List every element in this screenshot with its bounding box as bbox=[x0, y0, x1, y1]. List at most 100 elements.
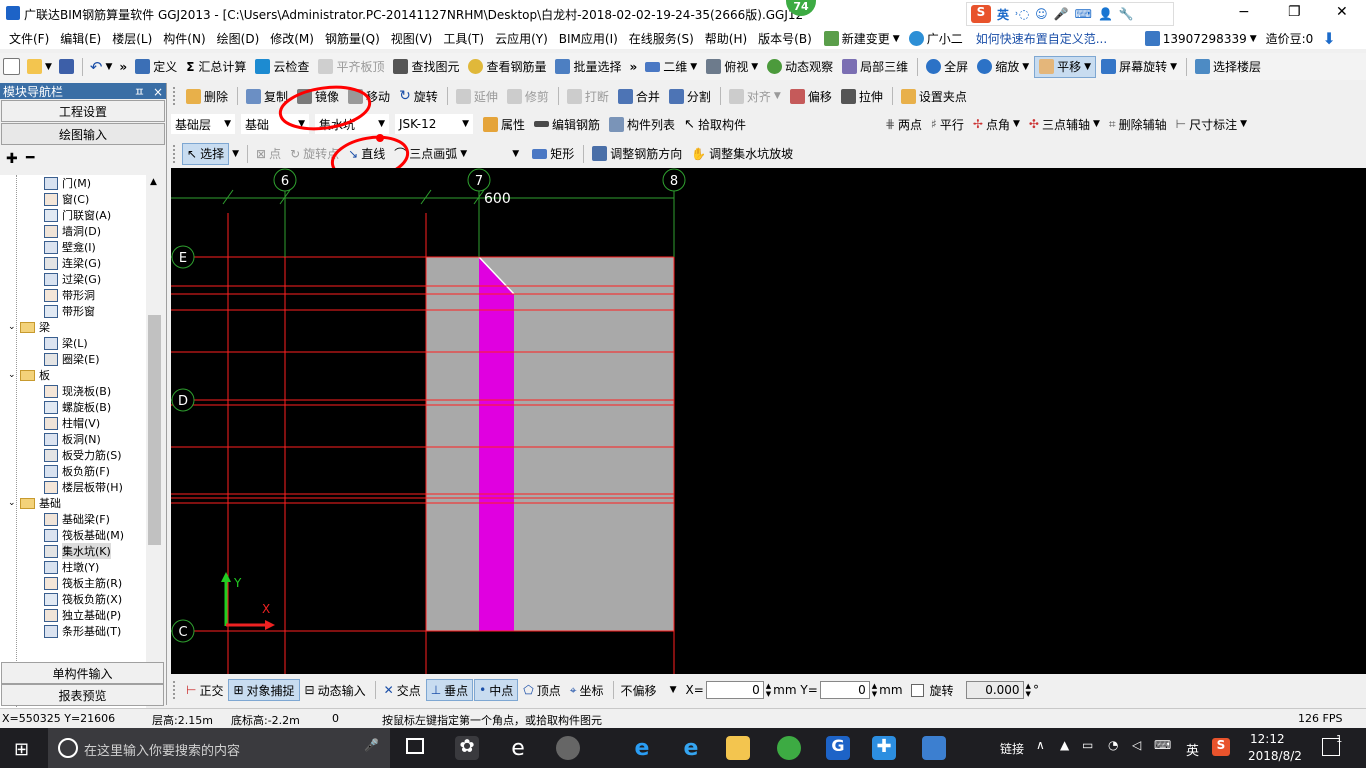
tree-item[interactable]: 门(M) bbox=[44, 175, 91, 191]
raft-slab[interactable] bbox=[426, 257, 674, 631]
tray-battery-icon[interactable]: ▭ bbox=[1082, 738, 1093, 752]
select-button[interactable]: ↖ 选择 bbox=[182, 142, 230, 165]
dynamic-input-toggle[interactable]: ⊟ 动态输入 bbox=[301, 679, 370, 701]
menu-item[interactable]: 云应用(Y) bbox=[490, 28, 553, 49]
cad-drawing[interactable]: 6 7 8 E D C 600 Y X bbox=[171, 168, 1366, 674]
edge-icon[interactable]: e bbox=[630, 736, 654, 761]
tree-item[interactable]: 集水坑(K) bbox=[44, 543, 111, 559]
single-input-button[interactable]: 单构件输入 bbox=[1, 662, 164, 684]
overflow-chevron[interactable]: » bbox=[627, 56, 641, 78]
sum-button[interactable]: Σ 汇总计算 bbox=[182, 56, 250, 78]
tree-folder[interactable]: ⌄ 梁 bbox=[8, 319, 50, 335]
menu-item[interactable]: 工具(T) bbox=[438, 28, 489, 49]
tree-item[interactable]: 楼层板带(H) bbox=[44, 479, 123, 495]
menu-item[interactable]: 钢筋量(Q) bbox=[320, 28, 385, 49]
tray-lang[interactable]: 英 bbox=[1186, 740, 1199, 759]
ortho-toggle[interactable]: ⊢ 正交 bbox=[182, 679, 227, 701]
tree-item[interactable]: 板洞(N) bbox=[44, 431, 101, 447]
top-view-button[interactable]: 俯视 ▼ bbox=[702, 56, 762, 78]
tray-network-icon[interactable]: ◔ bbox=[1108, 738, 1118, 752]
tree-item[interactable]: 梁(L) bbox=[44, 335, 88, 351]
report-preview-button[interactable]: 报表预览 bbox=[1, 684, 164, 706]
maximize-button[interactable]: ❐ bbox=[1288, 4, 1301, 20]
clock-date[interactable]: 2018/8/2 bbox=[1248, 749, 1302, 763]
dynamic-view-button[interactable]: 动态观察 bbox=[763, 56, 837, 78]
ime-lang[interactable]: 英 bbox=[997, 6, 1009, 23]
batch-select-button[interactable]: 批量选择 bbox=[551, 56, 625, 78]
help-link[interactable]: 如何快速布置自定义范... bbox=[972, 28, 1140, 49]
view-rebar-button[interactable]: 查看钢筋量 bbox=[464, 56, 550, 78]
toolbar-grip[interactable] bbox=[173, 87, 178, 105]
glodon-icon[interactable]: G bbox=[826, 736, 850, 760]
close-button[interactable]: ✕ bbox=[1336, 4, 1348, 20]
rotate-checkbox[interactable] bbox=[910, 683, 924, 697]
user-account[interactable]: 13907298339 ▼ bbox=[1141, 28, 1261, 49]
pick-element-button[interactable]: ↖ 拾取构件 bbox=[680, 113, 750, 135]
toolbar-grip[interactable] bbox=[173, 144, 178, 163]
tree-folder[interactable]: ⌄ 板 bbox=[8, 367, 50, 383]
offset-mode-select[interactable]: 不偏移 ▼ bbox=[618, 681, 680, 699]
edge-legacy-icon[interactable]: e bbox=[506, 736, 530, 761]
tree-vertical-scrollbar[interactable]: ▲ ▼ bbox=[146, 175, 163, 723]
copy-button[interactable]: 复制 bbox=[242, 85, 292, 107]
project-settings-button[interactable]: 工程设置 bbox=[1, 100, 165, 122]
point-button[interactable]: ⊠ 点 bbox=[252, 143, 285, 165]
keyboard-icon[interactable]: ⌨ bbox=[1075, 7, 1092, 21]
tree-item[interactable]: 壁龛(I) bbox=[44, 239, 96, 255]
drawing-input-button[interactable]: 绘图输入 bbox=[1, 123, 165, 145]
user-icon[interactable]: 👤 bbox=[1098, 7, 1113, 21]
file-explorer-icon[interactable] bbox=[726, 736, 750, 760]
rotate-button[interactable]: ↻ 旋转 bbox=[395, 85, 442, 107]
tree-item[interactable]: 筏板基础(M) bbox=[44, 527, 124, 543]
layer-select[interactable]: 基础层 ▼ bbox=[171, 114, 235, 134]
open-file-button[interactable]: ▼ bbox=[24, 56, 55, 78]
flat-top-button[interactable]: 平齐板顶 bbox=[314, 56, 388, 78]
rect-button[interactable]: 矩形 bbox=[528, 143, 578, 165]
menu-item[interactable]: 楼层(L) bbox=[107, 28, 157, 49]
fullscreen-button[interactable]: 全屏 bbox=[922, 56, 972, 78]
element-type-select[interactable]: 集水坑 ▼ bbox=[315, 114, 389, 134]
menu-item[interactable]: 版本号(B) bbox=[753, 28, 817, 49]
tree-item[interactable]: 柱墩(Y) bbox=[44, 559, 99, 575]
sump-pit[interactable] bbox=[479, 257, 514, 631]
find-element-button[interactable]: 查找图元 bbox=[389, 56, 463, 78]
expand-all-icon[interactable]: ✚ bbox=[6, 151, 18, 167]
tree-item[interactable]: 墙洞(D) bbox=[44, 223, 101, 239]
stretch-button[interactable]: 拉伸 bbox=[837, 85, 887, 107]
set-grip-button[interactable]: 设置夹点 bbox=[897, 85, 971, 107]
mirror-button[interactable]: 镜像 bbox=[293, 85, 343, 107]
y-spin-icon[interactable]: ▲ ▼ bbox=[872, 682, 877, 698]
break-button[interactable]: 打断 bbox=[563, 85, 613, 107]
tray-sogou-icon[interactable]: S bbox=[1212, 738, 1230, 756]
midpoint-snap[interactable]: • 中点 bbox=[474, 679, 519, 701]
adjust-rebar-dir-button[interactable]: 调整钢筋方向 bbox=[588, 143, 686, 165]
tree-item[interactable]: 现浇板(B) bbox=[44, 383, 111, 399]
coordinate-snap[interactable]: ⌖ 坐标 bbox=[566, 679, 608, 701]
move-button[interactable]: 移动 bbox=[344, 85, 394, 107]
close-icon[interactable]: × bbox=[153, 85, 163, 99]
emoji-icon[interactable]: ☺ bbox=[1035, 7, 1048, 21]
chevron-down-icon[interactable]: ⌄ bbox=[8, 370, 18, 380]
tree-item[interactable]: 柱帽(V) bbox=[44, 415, 100, 431]
ie-icon[interactable]: e bbox=[679, 736, 703, 761]
windows-start-icon[interactable]: ⊞ bbox=[14, 739, 29, 760]
tree-folder[interactable]: ⌄ 基础 bbox=[8, 495, 61, 511]
menu-item[interactable]: 绘图(D) bbox=[212, 28, 265, 49]
beans-download-icon[interactable]: ⬇ bbox=[1318, 28, 1339, 49]
screen-rotate-button[interactable]: 屏幕旋转 ▼ bbox=[1097, 56, 1181, 78]
parallel-axis-button[interactable]: ♯ 平行 bbox=[927, 113, 968, 135]
element-list-button[interactable]: 构件列表 bbox=[605, 113, 679, 135]
tree-item[interactable]: 带形洞 bbox=[44, 287, 95, 303]
view-2d-button[interactable]: 二维 ▼ bbox=[641, 56, 701, 78]
tree-item[interactable]: 板受力筋(S) bbox=[44, 447, 122, 463]
tree-item[interactable]: 螺旋板(B) bbox=[44, 399, 111, 415]
assistant-menu[interactable]: 广小二 bbox=[905, 28, 967, 49]
align-button[interactable]: 对齐 ▼ bbox=[725, 85, 785, 107]
tree-item[interactable]: 门联窗(A) bbox=[44, 207, 111, 223]
tray-chevron-icon[interactable]: ∧ bbox=[1036, 738, 1045, 752]
overflow-chevron[interactable]: » bbox=[116, 56, 130, 78]
tray-keyboard-icon[interactable]: ⌨ bbox=[1154, 738, 1171, 752]
offset-button[interactable]: 偏移 bbox=[786, 85, 836, 107]
drawing-canvas[interactable]: 6 7 8 E D C 600 Y X bbox=[171, 168, 1366, 674]
tree-item[interactable]: 条形基础(T) bbox=[44, 623, 121, 639]
